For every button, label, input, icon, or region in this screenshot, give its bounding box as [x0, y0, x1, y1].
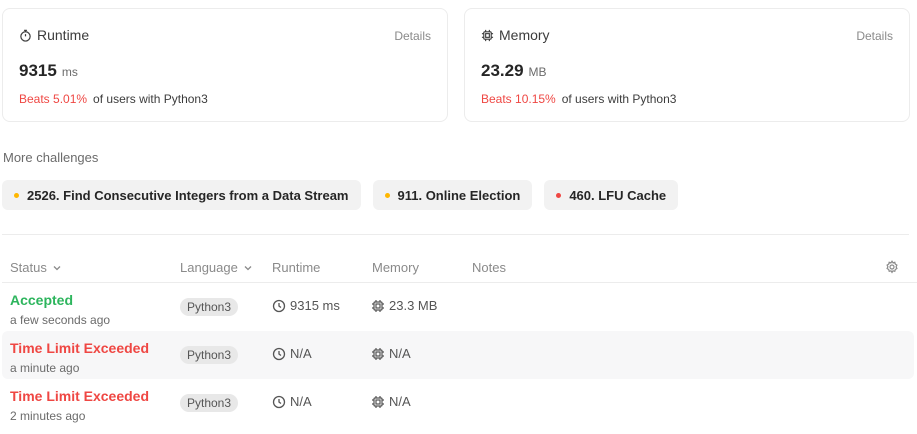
memory-card-header: Memory [481, 27, 550, 43]
runtime-cell: 9315 ms [272, 298, 340, 313]
memory-cell: N/A [371, 346, 411, 361]
stopwatch-icon [20, 29, 31, 42]
chip-icon [372, 395, 384, 408]
chevron-down-icon [244, 265, 252, 270]
challenge-chip[interactable]: 911. Online Election [372, 180, 533, 210]
runtime-card-header: Runtime [19, 27, 89, 43]
memory-cell: N/A [371, 394, 411, 409]
submissions-table-header: Status Language Runtime Memory Notes [0, 252, 917, 282]
runtime-value-cell: N/A [290, 394, 312, 409]
more-challenges-title: More challenges [3, 150, 99, 165]
runtime-beats-suffix: of users with Python3 [93, 92, 208, 106]
status-header-label: Status [10, 260, 47, 275]
chip-icon [372, 347, 384, 360]
runtime-beats: Beats 5.01% of users with Python3 [19, 92, 208, 106]
memory-header: Memory [372, 260, 419, 275]
memory-beats: Beats 10.15% of users with Python3 [481, 92, 676, 106]
runtime-details-link[interactable]: Details [394, 29, 431, 43]
chip-icon [481, 29, 494, 41]
language-badge: Python3 [180, 394, 239, 412]
runtime-value: 9315 ms [19, 61, 78, 81]
submission-status[interactable]: Time Limit Exceeded [10, 340, 149, 356]
notes-header: Notes [472, 260, 506, 275]
memory-number: 23.29 [481, 61, 524, 80]
submission-time: a minute ago [10, 361, 80, 375]
status-header[interactable]: Status [10, 260, 63, 275]
challenge-label: 2526. Find Consecutive Integers from a D… [27, 187, 349, 203]
challenge-label: 911. Online Election [397, 187, 521, 203]
gear-icon[interactable] [885, 260, 899, 274]
difficulty-dot [556, 192, 562, 198]
memory-card-title: Memory [499, 27, 550, 43]
runtime-beats-percent: Beats 5.01% [19, 92, 88, 106]
difficulty-dot [384, 192, 390, 198]
runtime-value-cell: N/A [290, 346, 312, 361]
memory-card: Memory Details 23.29 MB Beats 10.15% of … [464, 8, 910, 122]
runtime-value-cell: 9315 ms [290, 298, 340, 313]
language-header-label: Language [180, 260, 238, 275]
memory-value-cell: N/A [389, 394, 411, 409]
submission-row[interactable]: Accepted a few seconds ago Python3 9315 … [2, 283, 914, 331]
challenge-chip[interactable]: 460. LFU Cache [544, 180, 679, 210]
memory-unit: MB [528, 65, 547, 79]
language-badge: Python3 [180, 298, 239, 316]
submission-status[interactable]: Time Limit Exceeded [10, 388, 149, 404]
challenge-chip[interactable]: 2526. Find Consecutive Integers from a D… [2, 180, 361, 210]
submission-status[interactable]: Accepted [10, 292, 73, 308]
memory-cell: 23.3 MB [371, 298, 437, 313]
challenge-list: 2526. Find Consecutive Integers from a D… [2, 180, 679, 210]
runtime-header: Runtime [272, 260, 321, 275]
clock-icon [272, 347, 286, 360]
submission-time: a few seconds ago [10, 313, 111, 327]
runtime-cell: N/A [272, 394, 312, 409]
runtime-cell: N/A [272, 346, 312, 361]
challenge-label: 460. LFU Cache [569, 187, 667, 203]
section-divider [2, 234, 909, 235]
memory-value: 23.29 MB [481, 61, 547, 81]
submission-row[interactable]: Time Limit Exceeded 2 minutes ago Python… [2, 379, 914, 427]
memory-beats-suffix: of users with Python3 [561, 92, 677, 106]
runtime-card: Runtime Details 9315 ms Beats 5.01% of u… [2, 8, 448, 122]
memory-beats-percent: Beats 10.15% [481, 92, 556, 106]
language-badge: Python3 [180, 346, 239, 364]
clock-icon [272, 299, 286, 312]
clock-icon [272, 395, 286, 408]
submission-row[interactable]: Time Limit Exceeded a minute ago Python3… [2, 331, 914, 379]
language-header[interactable]: Language [180, 260, 254, 275]
chevron-down-icon [53, 265, 61, 270]
runtime-unit: ms [61, 65, 78, 79]
chip-icon [372, 299, 384, 312]
submission-time: 2 minutes ago [10, 409, 86, 423]
runtime-number: 9315 [19, 61, 57, 80]
runtime-card-title: Runtime [37, 27, 90, 43]
difficulty-dot [14, 192, 19, 198]
memory-value-cell: N/A [389, 346, 411, 361]
memory-value-cell: 23.3 MB [389, 298, 438, 313]
memory-details-link[interactable]: Details [856, 29, 893, 43]
